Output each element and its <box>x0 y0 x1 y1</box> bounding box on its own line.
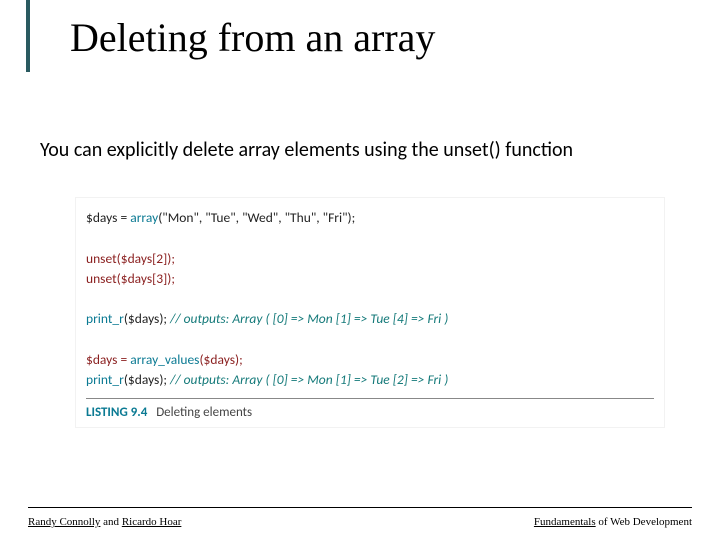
footer-divider <box>28 507 692 508</box>
book-word: Fundamentals <box>534 516 596 528</box>
code-blank <box>86 289 654 309</box>
code-func: print_r <box>86 371 124 388</box>
code-blank <box>86 228 654 248</box>
author-sep: and <box>100 516 121 528</box>
code-blank <box>86 330 654 350</box>
code-comment: // outputs: Array ( [0] => Mon [1] => Tu… <box>170 371 448 388</box>
code-line: unset($days[2]); <box>86 249 654 269</box>
code-keyword: array <box>130 209 158 226</box>
code-line: print_r($days); // outputs: Array ( [0] … <box>86 370 654 390</box>
footer-book: Fundamentals of Web Development <box>534 516 692 528</box>
code-line: unset($days[3]); <box>86 269 654 289</box>
code-line: print_r($days); // outputs: Array ( [0] … <box>86 309 654 329</box>
code-text: ($days); <box>124 310 170 327</box>
listing-caption: LISTING 9.4 Deleting elements <box>86 403 654 423</box>
code-comment: // outputs: Array ( [0] => Mon [1] => Tu… <box>170 310 448 327</box>
code-func: array_values <box>130 351 199 368</box>
code-listing: $days = array("Mon", "Tue", "Wed", "Thu"… <box>76 198 664 427</box>
slide-body: You can explicitly delete array elements… <box>40 138 573 162</box>
code-line: $days = array_values($days); <box>86 350 654 370</box>
code-text: $days = <box>86 209 130 226</box>
code-text: ("Mon", "Tue", "Wed", "Thu", "Fri"); <box>158 209 355 226</box>
listing-title: Deleting elements <box>156 405 252 420</box>
code-func: print_r <box>86 310 124 327</box>
book-rest: of Web Development <box>596 516 692 528</box>
footer-authors: Randy Connolly and Ricardo Hoar <box>28 516 181 528</box>
accent-bar <box>26 0 30 72</box>
code-text: $days = <box>86 351 130 368</box>
listing-divider <box>86 398 654 399</box>
author-name: Randy Connolly <box>28 516 100 528</box>
code-text: ($days); <box>199 351 242 368</box>
author-name: Ricardo Hoar <box>122 516 182 528</box>
code-text: ($days); <box>124 371 170 388</box>
listing-number: LISTING 9.4 <box>86 405 147 420</box>
code-line: $days = array("Mon", "Tue", "Wed", "Thu"… <box>86 208 654 228</box>
slide-title: Deleting from an array <box>70 14 435 61</box>
